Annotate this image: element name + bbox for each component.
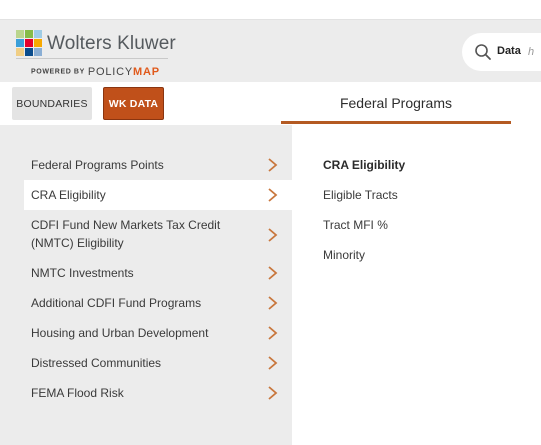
menu-item-label: Distressed Communities — [31, 356, 162, 370]
search-input[interactable] — [528, 44, 541, 60]
menu-item-cra-eligibility[interactable]: CRA Eligibility — [24, 180, 292, 210]
submenu-item-tract-mfi[interactable]: Tract MFI % — [323, 218, 388, 232]
menu-item-label: CDFI Fund New Markets Tax Credit (NMTC) … — [31, 218, 221, 250]
chevron-right-icon — [268, 188, 278, 202]
menu-item-fema-flood-risk[interactable]: FEMA Flood Risk — [24, 378, 292, 408]
menu-item-nmtc-investments[interactable]: NMTC Investments — [24, 258, 292, 288]
tabs-bar: BOUNDARIES WK DATA Federal Programs — [0, 82, 541, 125]
chevron-right-icon — [268, 228, 278, 242]
menu-item-label: Additional CDFI Fund Programs — [31, 296, 202, 310]
chevron-right-icon — [268, 296, 278, 310]
chevron-right-icon — [268, 266, 278, 280]
menu-item-distressed-communities[interactable]: Distressed Communities — [24, 348, 292, 378]
menu-item-label: CRA Eligibility — [31, 188, 106, 202]
search-icon[interactable] — [474, 43, 492, 61]
search-box[interactable]: Data — [462, 33, 541, 71]
wolters-kluwer-logo-icon — [16, 30, 42, 56]
brand-name: Wolters Kluwer — [47, 33, 176, 54]
wk-data-button[interactable]: WK DATA — [103, 87, 164, 120]
submenu-item-minority[interactable]: Minority — [323, 248, 365, 262]
menu-item-cdfi-nmtc-eligibility[interactable]: CDFI Fund New Markets Tax Credit (NMTC) … — [24, 212, 292, 256]
chevron-right-icon — [268, 386, 278, 400]
policymap-policy: POLICY — [87, 65, 133, 78]
logo-divider — [16, 58, 168, 59]
wolters-kluwer-logo[interactable]: Wolters Kluwer POWERED BY POLICYMAP — [16, 30, 176, 81]
powered-by-policymap: POWERED BY POLICYMAP — [31, 63, 160, 81]
section-underline — [281, 121, 511, 124]
top-bar — [0, 0, 541, 20]
app-header: Wolters Kluwer POWERED BY POLICYMAP Data — [0, 20, 541, 82]
menu-item-label: Federal Programs Points — [31, 158, 164, 172]
menu-item-label: NMTC Investments — [31, 266, 134, 280]
chevron-right-icon — [268, 326, 278, 340]
powered-by-label: POWERED BY — [31, 68, 85, 76]
menu-item-federal-programs-points[interactable]: Federal Programs Points — [24, 150, 292, 180]
search-scope-label[interactable]: Data — [497, 45, 521, 57]
menu-item-label: Housing and Urban Development — [31, 326, 209, 340]
policymap-wordmark: POLICYMAP — [88, 66, 160, 78]
section-title: Federal Programs — [339, 95, 453, 111]
policymap-map: MAP — [133, 65, 160, 78]
boundaries-button[interactable]: BOUNDARIES — [12, 87, 92, 120]
submenu-item-eligible-tracts[interactable]: Eligible Tracts — [323, 188, 398, 202]
menu-item-additional-cdfi-fund-programs[interactable]: Additional CDFI Fund Programs — [24, 288, 292, 318]
menu-item-housing-urban-development[interactable]: Housing and Urban Development — [24, 318, 292, 348]
chevron-right-icon — [268, 158, 278, 172]
dataset-submenu: CRA Eligibility Eligible Tracts Tract MF… — [292, 125, 541, 445]
menu-item-label: FEMA Flood Risk — [31, 386, 124, 400]
category-menu: Federal Programs Points CRA Eligibility … — [0, 125, 292, 445]
chevron-right-icon — [268, 356, 278, 370]
submenu-item-cra-eligibility[interactable]: CRA Eligibility — [323, 158, 405, 172]
